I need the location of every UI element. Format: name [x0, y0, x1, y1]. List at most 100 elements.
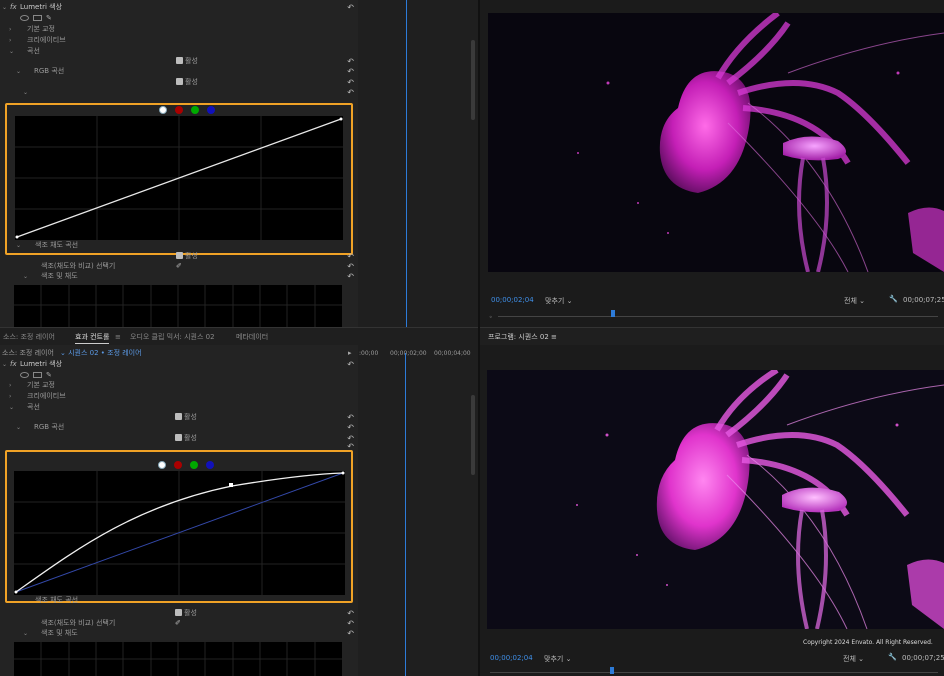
- curve-graph[interactable]: [14, 471, 345, 595]
- scrollbar[interactable]: [471, 395, 475, 475]
- pen-icon[interactable]: ✎: [46, 13, 52, 24]
- ellipse-mask-icon[interactable]: [20, 15, 29, 21]
- channel-red-button[interactable]: [174, 461, 182, 469]
- rgb-curve-editor[interactable]: ⌄ 색조 채도 곡선: [5, 103, 353, 255]
- reset-icon[interactable]: ↶: [347, 628, 354, 639]
- chevron-down-icon[interactable]: ⌄: [23, 87, 28, 98]
- effect-icons-row: ✎: [0, 370, 358, 380]
- chevron-down-icon[interactable]: ⌄: [2, 2, 7, 13]
- effect-name: Lumetri 색상: [20, 360, 63, 368]
- tab-effect-controls[interactable]: 효과 컨트롤: [75, 330, 110, 344]
- enable-label: 활성: [185, 78, 198, 86]
- enable-label: 활성: [185, 252, 198, 260]
- quality-dropdown[interactable]: 전체 ⌄: [844, 296, 865, 306]
- effect-name: Lumetri 색상: [20, 3, 63, 11]
- ellipse-mask-icon[interactable]: [20, 372, 29, 378]
- chevron-down-icon[interactable]: ⌄: [2, 359, 7, 370]
- chevron-right-icon[interactable]: ›: [9, 391, 11, 402]
- tab-source[interactable]: 소스: 조정 레이어: [3, 330, 55, 344]
- fx-badge: fx: [10, 360, 17, 368]
- chevron-down-icon[interactable]: ⌄: [16, 240, 21, 251]
- jellyfish-image: [488, 13, 944, 272]
- row-hue-sat-curves[interactable]: 색조 채도 곡선: [7, 595, 351, 606]
- enable-label: 활성: [184, 609, 197, 617]
- rgb-curve-editor[interactable]: 색조 채도 곡선: [5, 450, 353, 606]
- row-label: 기본 교정: [27, 25, 55, 33]
- source-label: 소스: 조정 레이어: [2, 349, 54, 357]
- playhead[interactable]: [406, 0, 407, 327]
- play-icon[interactable]: ▸: [348, 348, 352, 359]
- hue-sat-graph[interactable]: [14, 642, 342, 676]
- fit-dropdown[interactable]: 맞추기 ⌄: [545, 296, 572, 306]
- chevron-right-icon[interactable]: ›: [9, 380, 11, 391]
- reset-icon[interactable]: ↶: [347, 2, 354, 13]
- enable-label: 활성: [184, 413, 197, 421]
- reset-icon[interactable]: ↶: [347, 66, 354, 77]
- channel-green-button[interactable]: [190, 461, 198, 469]
- row-rgb-curves[interactable]: ⌄ RGB 곡선 ↶: [0, 422, 358, 433]
- row-basic-correction[interactable]: › 기본 교정: [0, 380, 358, 391]
- panel-menu-icon[interactable]: ≡: [115, 330, 121, 344]
- rectangle-mask-icon[interactable]: [33, 15, 42, 21]
- tab-program[interactable]: 프로그램: 시퀀스 02 ≡: [488, 330, 557, 344]
- reset-icon[interactable]: ↶: [347, 359, 354, 370]
- scrollbar[interactable]: [471, 40, 475, 120]
- curve-graph[interactable]: [15, 116, 343, 240]
- chevron-right-icon[interactable]: ›: [9, 35, 11, 46]
- channel-white-button[interactable]: [159, 106, 167, 114]
- channel-blue-button[interactable]: [206, 461, 214, 469]
- wrench-icon[interactable]: 🔧: [889, 295, 898, 303]
- playback-ruler[interactable]: [498, 316, 938, 321]
- chevron-down-icon[interactable]: ⌄: [16, 66, 21, 77]
- chevron-right-icon[interactable]: ›: [9, 24, 11, 35]
- tab-metadata[interactable]: 메타데이터: [236, 330, 268, 344]
- channel-red-button[interactable]: [175, 106, 183, 114]
- duration-timecode: 00;00;07;25: [903, 296, 944, 304]
- rectangle-mask-icon[interactable]: [33, 372, 42, 378]
- playback-ruler[interactable]: [490, 672, 938, 676]
- quality-dropdown[interactable]: 전체 ⌄: [843, 654, 864, 664]
- playhead-marker[interactable]: [610, 667, 614, 674]
- channel-blue-button[interactable]: [207, 106, 215, 114]
- effect-timeline-top: [358, 0, 478, 327]
- chevron-down-icon: ⌄: [858, 655, 864, 663]
- chevron-down-icon[interactable]: ⌄: [23, 271, 28, 282]
- ruler-label: :00;00: [359, 350, 379, 357]
- row-basic-correction[interactable]: › 기본 교정: [0, 24, 358, 35]
- effect-icons-row: ✎: [0, 13, 358, 23]
- curve-svg: [15, 116, 343, 240]
- row-hue-sat[interactable]: ⌄ 색조 및 채도 ↶: [0, 628, 358, 639]
- fit-dropdown[interactable]: 맞추기 ⌄: [544, 654, 571, 664]
- source-row: 소스: 조정 레이어 ⌄ 시퀀스 02 • 조정 레이어 ▸: [0, 348, 358, 359]
- playhead[interactable]: [405, 353, 406, 676]
- timeline-ruler[interactable]: :00;00 00;00;02;00 00;00;04;00: [358, 348, 478, 359]
- fx-row[interactable]: ⌄ fx Lumetri 색상 ↶: [0, 359, 358, 370]
- chevron-down-icon: ⌄: [566, 297, 573, 305]
- row-hue-sat[interactable]: ⌄ 색조 및 채도 ↶: [0, 271, 358, 282]
- current-timecode[interactable]: 00;00;02;04: [490, 654, 533, 662]
- wrench-icon[interactable]: 🔧: [888, 653, 897, 661]
- row-rgb-curves[interactable]: ⌄ RGB 곡선 ↶: [0, 66, 358, 77]
- effect-timeline-bottom: :00;00 00;00;02;00 00;00;04;00: [358, 345, 478, 676]
- row-label: 색조 채도 곡선: [35, 596, 79, 604]
- tab-audio-mixer[interactable]: 오디오 클립 믹서: 시퀀스 02: [130, 330, 215, 344]
- row-hue-sat-curves[interactable]: ⌄ 색조 채도 곡선: [7, 240, 351, 251]
- reset-icon[interactable]: ↶: [347, 87, 354, 98]
- chevron-down-icon[interactable]: ⌄: [16, 422, 21, 433]
- channel-green-button[interactable]: [191, 106, 199, 114]
- row-creative[interactable]: › 크리에이티브: [0, 35, 358, 46]
- channel-white-button[interactable]: [158, 461, 166, 469]
- curve-subrow: ↶: [0, 441, 358, 451]
- current-timecode[interactable]: 00;00;02;04: [491, 296, 534, 304]
- fx-row[interactable]: ⌄ fx Lumetri 색상 ↶: [0, 2, 358, 13]
- hue-sat-graph[interactable]: [14, 285, 342, 327]
- chevron-down-icon[interactable]: ⌄: [23, 628, 28, 639]
- row-creative[interactable]: › 크리에이티브: [0, 391, 358, 402]
- reset-icon[interactable]: ↶: [347, 271, 354, 282]
- reset-icon[interactable]: ↶: [347, 422, 354, 433]
- curve-control-point[interactable]: [229, 483, 233, 487]
- playhead-marker[interactable]: [611, 310, 615, 317]
- clip-selector[interactable]: ⌄ 시퀀스 02 • 조정 레이어: [60, 348, 142, 359]
- video-frame: [488, 13, 944, 272]
- ruler-start-marker: ◦: [489, 314, 493, 321]
